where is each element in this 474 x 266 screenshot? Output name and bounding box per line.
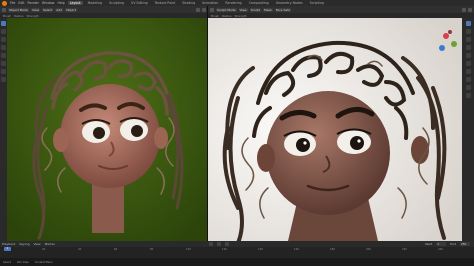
frame-tick: 160	[294, 248, 299, 251]
left-menu-object[interactable]: Object	[65, 7, 77, 12]
left-menu-select[interactable]: Select	[42, 7, 54, 12]
menu-file[interactable]: File	[10, 1, 15, 5]
timeline-menu-view[interactable]: View	[33, 242, 40, 246]
frame-tick: 40	[78, 248, 82, 251]
editor-type-icon[interactable]	[2, 7, 6, 12]
timeline-menu-keying[interactable]: Keying	[19, 242, 29, 246]
menu-help[interactable]: Help	[57, 1, 64, 5]
right-toolbar	[462, 18, 474, 241]
frame-tick: 60	[114, 248, 118, 251]
rotate-tool-icon[interactable]	[1, 45, 6, 50]
viewport-shading-icon[interactable]	[462, 7, 466, 12]
frame-tick: 20	[42, 248, 46, 251]
tab-modeling[interactable]: Modeling	[86, 1, 105, 5]
tool-setting[interactable]: Radius	[14, 14, 23, 18]
inflate-brush-icon[interactable]	[465, 61, 471, 66]
tab-layout[interactable]: Layout	[67, 1, 83, 5]
tool-setting[interactable]: Strength	[26, 14, 38, 18]
measure-tool-icon[interactable]	[1, 77, 6, 82]
tab-rendering[interactable]: Rendering	[223, 1, 243, 5]
end-label: End	[450, 242, 456, 246]
left-menu-add[interactable]: Add	[55, 7, 64, 12]
scale-tool-icon[interactable]	[1, 53, 6, 58]
snake-hook-brush-icon[interactable]	[465, 93, 471, 98]
tab-sculpting[interactable]: Sculpting	[107, 1, 126, 5]
right-3d-viewport[interactable]	[208, 18, 462, 241]
end-frame-field[interactable]: 250	[460, 242, 470, 246]
character-preview-render	[208, 18, 462, 241]
playhead-current-frame[interactable]: 1	[4, 247, 11, 251]
frame-tick: 180	[330, 248, 335, 251]
editor-type-icon[interactable]	[210, 7, 214, 12]
left-3d-viewport[interactable]	[7, 18, 207, 241]
mask-brush-icon[interactable]	[465, 69, 471, 74]
tab-geometry-nodes[interactable]: Geometry Nodes	[274, 1, 305, 5]
overlay-icon[interactable]	[202, 7, 206, 12]
timeline-menu-marker[interactable]: Marker	[45, 242, 55, 246]
status-select: Select	[3, 260, 12, 264]
right-menu-mask[interactable]: Mask	[263, 7, 273, 12]
menu-window[interactable]: Window	[42, 1, 55, 5]
frame-tick: 120	[222, 248, 227, 251]
move-tool-icon[interactable]	[1, 37, 6, 42]
tab-scripting[interactable]: Scripting	[308, 1, 326, 5]
frame-tick: 140	[258, 248, 263, 251]
frame-tick: 80	[150, 248, 154, 251]
play-icon[interactable]	[216, 242, 221, 246]
status-pan-view: Pan View	[17, 260, 29, 264]
frame-tick: 220	[402, 248, 407, 251]
start-frame-field[interactable]: 1	[436, 242, 447, 246]
menu-render[interactable]: Render	[28, 1, 39, 5]
right-menu-view[interactable]: View	[238, 7, 248, 12]
jump-start-icon[interactable]	[208, 242, 213, 246]
left-viewport-header: Object Mode View Select Add Object	[0, 6, 208, 13]
left-toolbar	[0, 18, 7, 241]
start-label: Start	[424, 242, 433, 246]
select-tool-icon[interactable]	[1, 21, 6, 26]
tool-setting[interactable]: Brush	[3, 14, 11, 18]
smooth-brush-icon[interactable]	[465, 37, 471, 42]
transform-tool-icon[interactable]	[1, 61, 6, 66]
jump-end-icon[interactable]	[224, 242, 229, 246]
crease-brush-icon[interactable]	[465, 53, 471, 58]
left-mode-dropdown[interactable]: Object Mode	[8, 7, 29, 12]
status-context-menu: Context Menu	[34, 260, 53, 264]
clay-brush-icon[interactable]	[465, 29, 471, 34]
menu-edit[interactable]: Edit	[18, 1, 24, 5]
timeline-menu-playback[interactable]: Playback	[2, 242, 15, 246]
tab-texture-paint[interactable]: Texture Paint	[153, 1, 178, 5]
cursor-tool-icon[interactable]	[1, 29, 6, 34]
status-bar: Select Pan View Context Menu	[0, 258, 474, 266]
frame-tick: 200	[366, 248, 371, 251]
face-set-brush-icon[interactable]	[465, 77, 471, 82]
tab-animation[interactable]: Animation	[200, 1, 220, 5]
tab-uv-editing[interactable]: UV Editing	[129, 1, 150, 5]
blender-logo-icon[interactable]	[2, 0, 7, 6]
tool-setting[interactable]: Radius	[222, 14, 231, 18]
frame-tick: 240	[438, 248, 443, 251]
tool-setting[interactable]: Strength	[234, 14, 246, 18]
right-menu-sculpt[interactable]: Sculpt	[249, 7, 261, 12]
viewport-shading-icon[interactable]	[196, 7, 200, 12]
left-menu-view[interactable]: View	[30, 7, 41, 12]
annotate-tool-icon[interactable]	[1, 69, 6, 74]
timeline-ruler[interactable]: 0 20 40 60 80 100 120 140 160 180 200 22…	[0, 247, 474, 258]
tab-shading[interactable]: Shading	[180, 1, 197, 5]
right-menu-face-sets[interactable]: Face Sets	[274, 7, 291, 12]
pose-brush-icon[interactable]	[465, 85, 471, 90]
tool-setting[interactable]: Brush	[211, 14, 219, 18]
frame-tick: 100	[186, 248, 191, 251]
right-viewport-header: Sculpt Mode View Sculpt Mask Face Sets	[208, 6, 474, 13]
draw-brush-icon[interactable]	[465, 21, 471, 26]
overlay-icon[interactable]	[468, 7, 472, 12]
right-mode-dropdown[interactable]: Sculpt Mode	[216, 7, 237, 12]
character-preview-solid	[7, 18, 207, 241]
tab-compositing[interactable]: Compositing	[247, 1, 271, 5]
grab-brush-icon[interactable]	[465, 45, 471, 50]
